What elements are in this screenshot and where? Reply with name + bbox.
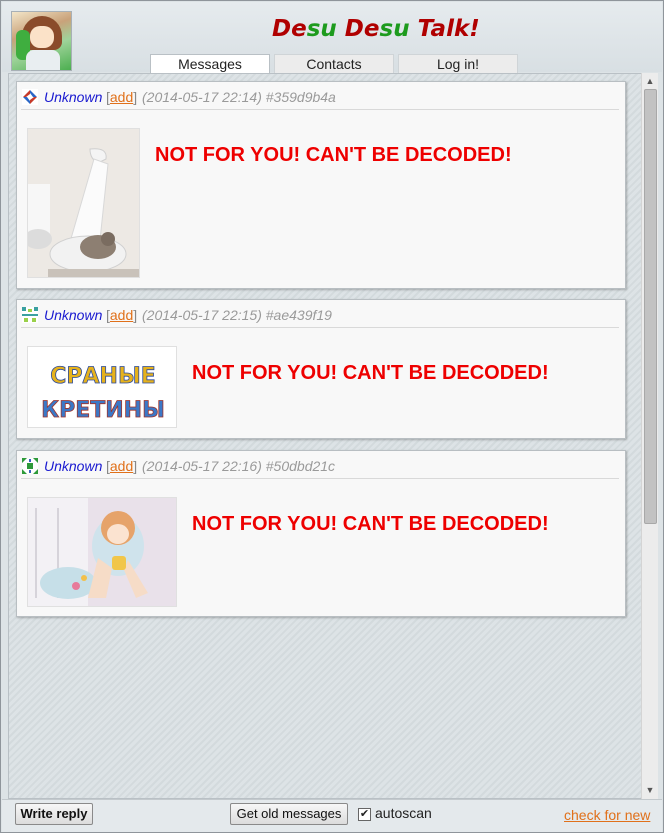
write-reply-button[interactable]: Write reply [15,803,93,825]
add-contact: [add] [106,458,137,474]
app-title: Desu Desu Talk! [272,16,480,50]
message-meta: (2014-05-17 22:16) #50dbd21c [142,458,335,474]
autoscan-checkbox[interactable]: ✔ [358,808,371,821]
tab-contacts[interactable]: Contacts [274,54,394,74]
author-name[interactable]: Unknown [44,89,102,105]
title-part: D [272,16,292,42]
message-meta: (2014-05-17 22:15) #ae439f19 [142,307,332,323]
message-timestamp: (2014-05-17 22:15) [142,307,262,323]
message-item: Unknown [add] (2014-05-17 22:16) #50dbd2… [16,450,626,617]
message-attachment-image[interactable]: СРАНЫЕ КРЕТИНЫ [27,346,177,428]
add-bracket: ] [133,307,138,323]
add-bracket: ] [133,458,138,474]
message-item: Unknown [add] (2014-05-17 22:15) #ae439f… [16,299,626,439]
check-for-new-link[interactable]: check for new [564,807,650,823]
tab-messages[interactable]: Messages [150,54,270,74]
add-contact-link[interactable]: add [110,307,133,323]
message-hash: #50dbd21c [265,458,336,474]
message-attachment-image[interactable] [27,128,140,278]
app-avatar-image [11,11,72,71]
add-bracket: ] [133,89,138,105]
add-contact-link[interactable]: add [110,89,133,105]
scroll-up-icon[interactable]: ▲ [642,73,658,89]
message-header: Unknown [add] (2014-05-17 22:15) #ae439f… [21,306,619,328]
scroll-down-icon[interactable]: ▼ [642,782,658,798]
title-part: su [379,16,410,42]
user-identicon-icon [22,89,38,105]
bottom-toolbar: Write reply Get old messages ✔ autoscan … [2,799,662,832]
add-contact: [add] [106,89,137,105]
vertical-scrollbar[interactable]: ▲ ▼ [641,73,658,799]
tab-log-in[interactable]: Log in! [398,54,518,74]
title-part: Talk! [409,16,480,42]
message-meta: (2014-05-17 22:14) #359d9b4a [142,89,336,105]
message-timestamp: (2014-05-17 22:16) [142,458,262,474]
title-part [337,16,345,42]
add-contact-link[interactable]: add [110,458,133,474]
message-list[interactable]: Unknown [add] (2014-05-17 22:14) #359d9b… [8,73,658,799]
message-timestamp: (2014-05-17 22:14) [142,89,262,105]
cat-in-toilet-paper-photo [28,129,139,277]
message-header: Unknown [add] (2014-05-17 22:14) #359d9b… [21,88,619,110]
title-part: De [344,16,380,42]
get-old-messages-button[interactable]: Get old messages [230,803,348,825]
message-header: Unknown [add] (2014-05-17 22:16) #50dbd2… [21,457,619,479]
scroll-thumb[interactable] [644,89,657,524]
anime-girl-in-hoodie-drawing [28,498,176,606]
add-contact: [add] [106,307,137,323]
message-text: NOT FOR YOU! CAN'T BE DECODED! [192,362,549,384]
cyrillic-letters-banner: СРАНЫЕ КРЕТИНЫ [28,347,176,427]
author-name[interactable]: Unknown [44,307,102,323]
autoscan-label: autoscan [375,805,432,821]
user-identicon-icon [22,458,38,474]
title-part: e [291,16,307,42]
user-identicon-icon [22,307,38,323]
message-attachment-image[interactable] [27,497,177,607]
banner-line: СРАНЫЕ [50,364,156,389]
message-text: NOT FOR YOU! CAN'T BE DECODED! [192,513,549,535]
app-window: Desu Desu Talk! Messages Contacts Log in… [0,0,664,833]
message-item: Unknown [add] (2014-05-17 22:14) #359d9b… [16,81,626,289]
author-name[interactable]: Unknown [44,458,102,474]
banner-line: КРЕТИНЫ [41,398,165,423]
message-text: NOT FOR YOU! CAN'T BE DECODED! [155,144,512,166]
title-part: su [306,16,337,42]
header: Desu Desu Talk! Messages Contacts Log in… [2,2,662,74]
message-hash: #359d9b4a [265,89,336,105]
message-hash: #ae439f19 [265,307,332,323]
